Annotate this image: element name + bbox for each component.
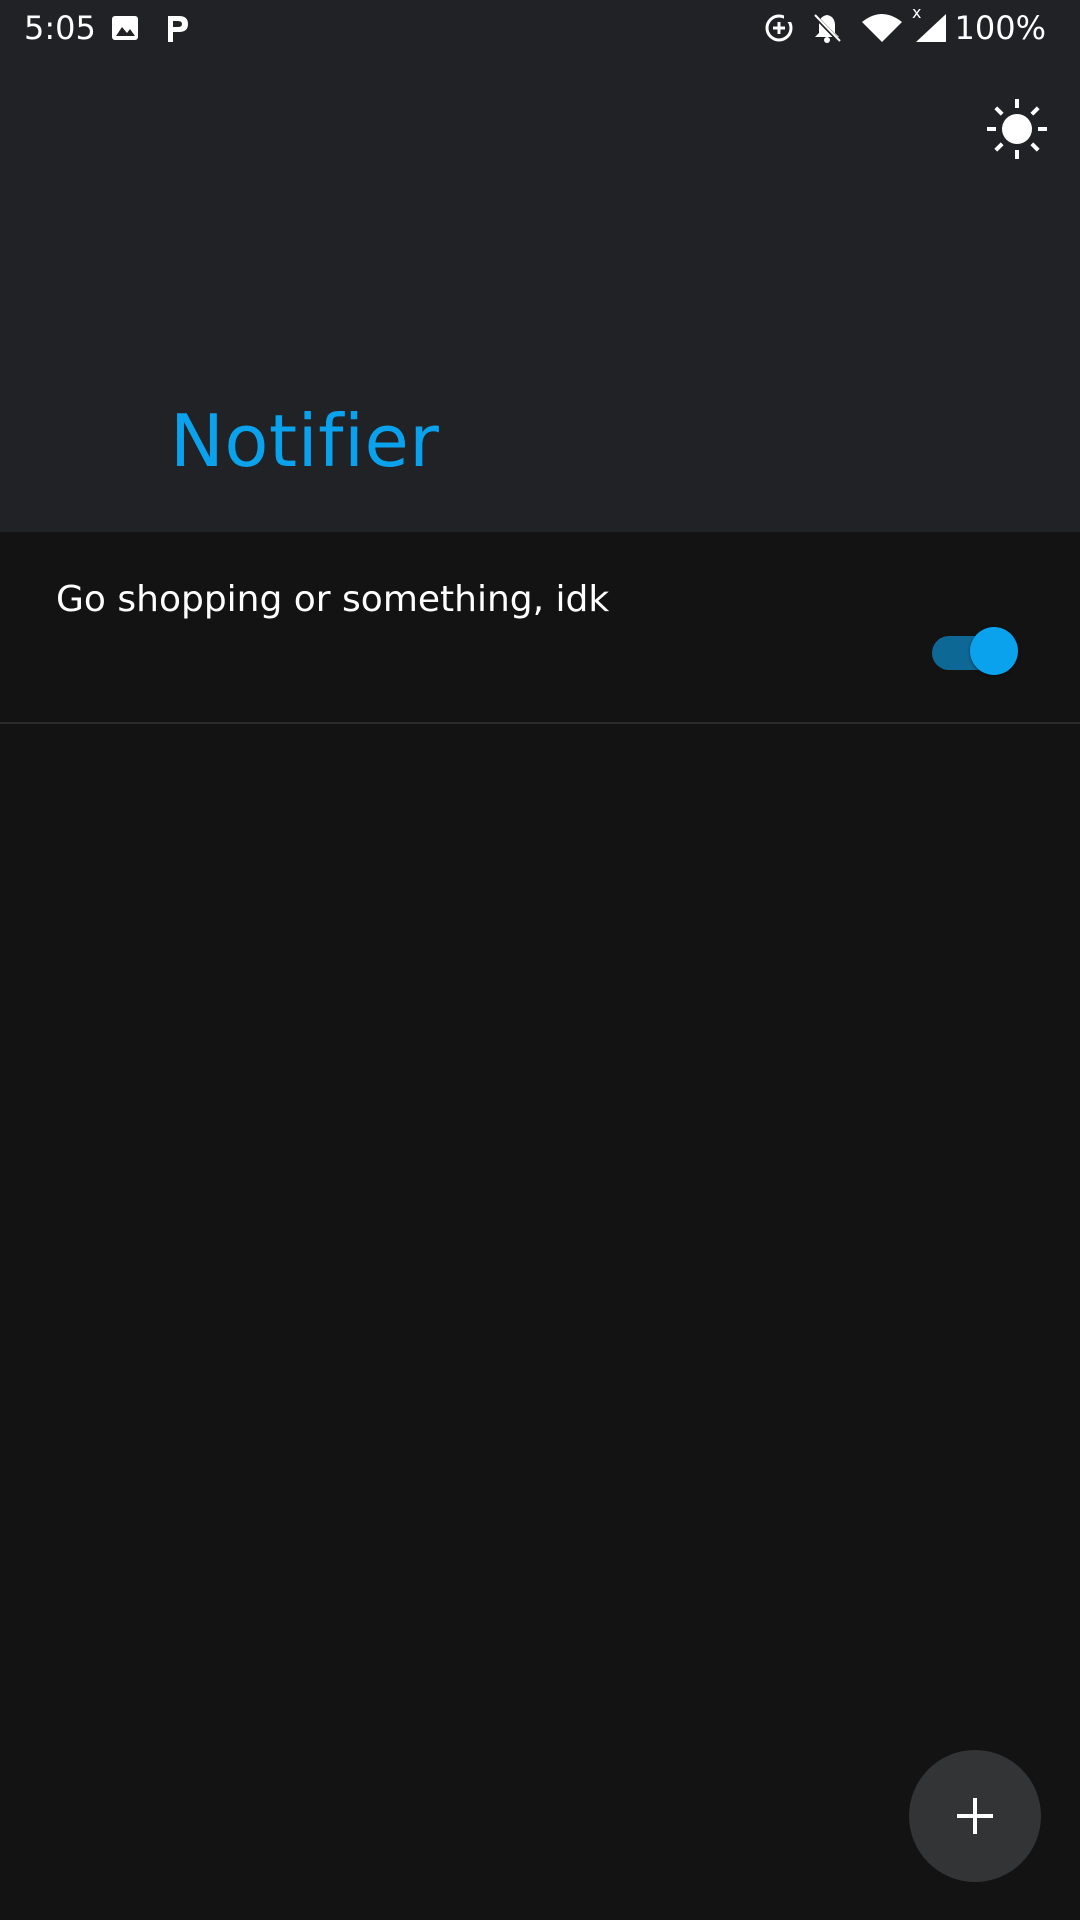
list-item[interactable]: Go shopping or something, idk: [0, 532, 1080, 724]
status-time: 5:05: [24, 9, 96, 47]
cell-signal-icon: [914, 12, 948, 44]
battery-level: 100%: [954, 9, 1046, 47]
p-app-icon: [162, 12, 192, 44]
notification-list: Go shopping or something, idk: [0, 532, 1080, 724]
wifi-icon: [860, 12, 904, 44]
notifications-off-icon: [810, 12, 844, 44]
data-saver-icon: [762, 12, 796, 44]
theme-toggle-button[interactable]: [982, 94, 1052, 164]
image-icon: [110, 12, 140, 44]
status-bar: 5:05 x 100%: [0, 0, 1080, 56]
app-header: Notifier: [0, 56, 1080, 532]
switch-thumb: [970, 627, 1018, 675]
enable-switch[interactable]: [932, 624, 1018, 675]
list-item-text: Go shopping or something, idk: [56, 579, 610, 620]
sun-icon: [982, 99, 1052, 168]
add-button[interactable]: [909, 1750, 1041, 1882]
app-title: Notifier: [170, 399, 440, 483]
app-screen: 5:05 x 100% Notifier Go shopping or some…: [0, 0, 1080, 1920]
